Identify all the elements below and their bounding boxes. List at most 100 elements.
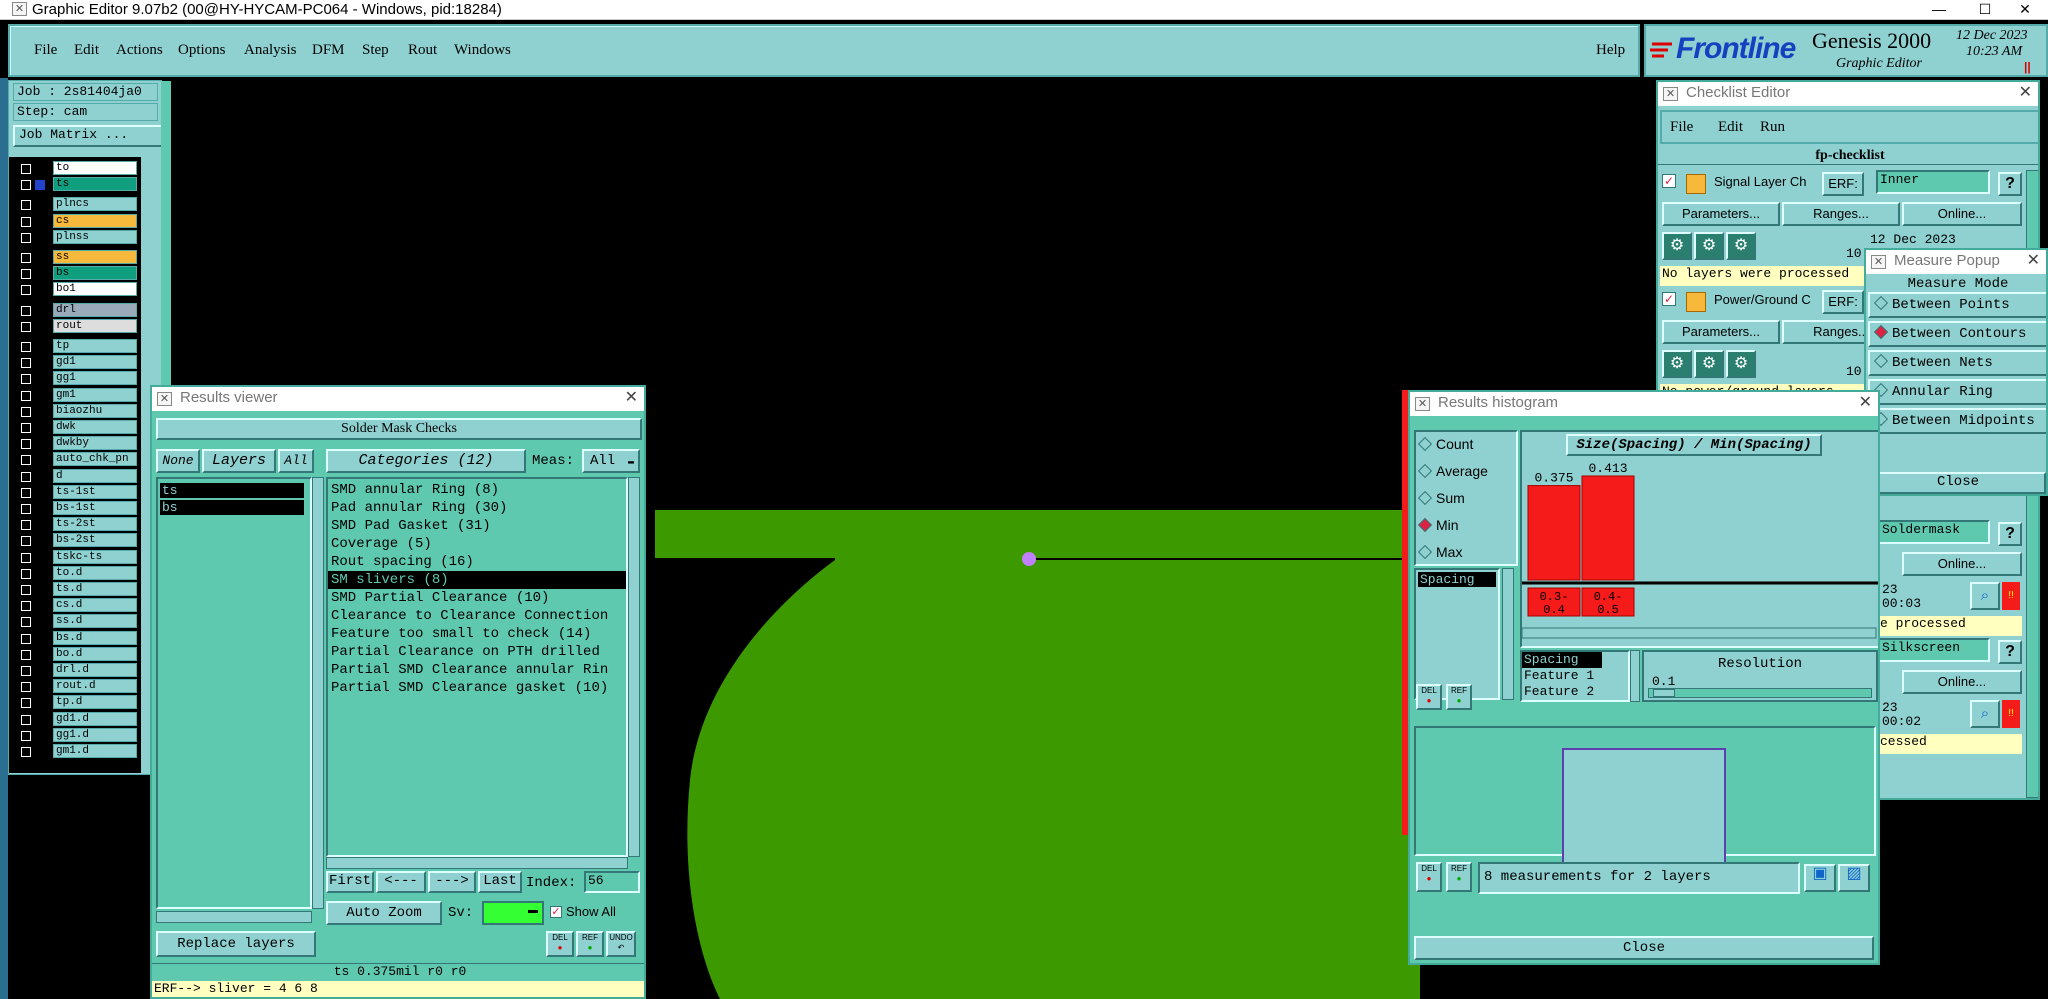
prev-button[interactable]: <--- — [376, 871, 426, 893]
resolution-slider[interactable] — [1648, 688, 1872, 698]
zoom-icon[interactable]: ⌕ — [1970, 700, 2000, 728]
erf-value[interactable]: Soldermask — [1878, 520, 1990, 544]
meas-select[interactable]: All ▬ — [582, 449, 640, 473]
param-item[interactable]: Spacing — [1522, 652, 1602, 668]
stat-option[interactable]: Count — [1417, 436, 1474, 452]
histogram-close-button[interactable]: Close — [1414, 936, 1874, 960]
stat-option[interactable]: Average — [1417, 463, 1488, 479]
slider-thumb[interactable] — [1653, 689, 1675, 697]
close-icon[interactable]: ✕ — [2027, 250, 2040, 272]
run-action-icon[interactable]: ⚙ — [1694, 232, 1724, 260]
help-icon[interactable]: ? — [1998, 522, 2022, 546]
replace-layers-select[interactable]: Replace layers — [156, 931, 316, 957]
layer-result-item[interactable]: ts — [160, 483, 304, 498]
measure-option[interactable]: Annular Ring — [1868, 379, 2046, 405]
run-action-icon[interactable]: ⚙ — [1726, 232, 1756, 260]
list-item-spacing[interactable]: Spacing — [1418, 572, 1496, 587]
category-item[interactable]: Partial Clearance on PTH drilled — [328, 643, 626, 661]
show-all-checkbox[interactable]: ✓ — [550, 906, 562, 918]
help-icon[interactable]: ? — [1998, 640, 2022, 664]
checklist-menu-run[interactable]: Run — [1760, 119, 1785, 136]
del-dot-icon: ● — [557, 943, 563, 952]
histogram-item-list[interactable]: Spacing — [1414, 568, 1500, 700]
layer-list-hscrollbar[interactable] — [156, 911, 312, 923]
param-list-scrollbar[interactable] — [1630, 650, 1640, 702]
del-button[interactable]: DEL ● — [546, 931, 574, 957]
measure-option[interactable]: Between Points — [1868, 292, 2046, 318]
layer-list-scrollbar[interactable] — [312, 477, 324, 909]
histogram-bar[interactable] — [1527, 485, 1581, 581]
action-checkbox[interactable]: ✓ — [1662, 292, 1676, 306]
ranges-button[interactable]: Ranges... — [1782, 202, 1900, 226]
erf-value[interactable]: Silkscreen — [1878, 638, 1990, 662]
param-item[interactable]: Feature 2 — [1522, 684, 1628, 700]
index-input[interactable]: 56 — [584, 871, 640, 893]
categories-list[interactable]: SMD annular Ring (8) Pad annular Ring (30… — [326, 477, 628, 857]
next-button[interactable]: ---> — [428, 871, 476, 893]
category-item[interactable]: SM slivers (8) — [328, 571, 626, 589]
layers-all-button[interactable]: All — [278, 449, 314, 473]
stat-option[interactable]: Max — [1417, 544, 1462, 560]
zoom-select-icon[interactable]: ▨ — [1838, 864, 1870, 892]
close-icon[interactable]: ✕ — [625, 387, 638, 409]
category-item[interactable]: Coverage (5) — [328, 535, 626, 553]
last-button[interactable]: Last — [478, 871, 522, 893]
run-action-icon[interactable]: ⚙ — [1662, 350, 1692, 378]
category-item[interactable]: Pad annular Ring (30) — [328, 499, 626, 517]
help-icon[interactable]: ? — [1998, 172, 2022, 196]
first-button[interactable]: First — [326, 871, 374, 893]
categories-hscrollbar[interactable] — [326, 857, 628, 869]
checklist-menu-file[interactable]: File — [1670, 119, 1693, 136]
category-item[interactable]: SMD Partial Clearance (10) — [328, 589, 626, 607]
close-icon[interactable]: ✕ — [2019, 82, 2032, 104]
layers-tab[interactable]: Layers — [202, 449, 276, 473]
auto-zoom-select[interactable]: Auto Zoom — [326, 901, 442, 925]
stat-option[interactable]: Sum — [1417, 490, 1465, 506]
histogram-bar[interactable] — [1581, 475, 1635, 581]
action-checkbox[interactable]: ✓ — [1662, 174, 1676, 188]
layers-none-button[interactable]: None — [156, 449, 200, 473]
parameters-button[interactable]: Parameters... — [1662, 202, 1780, 226]
layer-results-list[interactable]: ts bs — [156, 477, 312, 909]
online-button[interactable]: Online... — [1902, 202, 2022, 226]
measure-option[interactable]: Between Nets — [1868, 350, 2046, 376]
zoom-icon[interactable]: ⌕ — [1970, 582, 2000, 610]
undo-button[interactable]: UNDO ↶ — [606, 931, 636, 957]
measure-close-button[interactable]: Close — [1870, 472, 2046, 494]
online-button[interactable]: Online... — [1902, 670, 2022, 694]
ref-button[interactable]: REF ● — [576, 931, 604, 957]
measure-option[interactable]: Between Midpoints — [1868, 408, 2046, 434]
category-item[interactable]: Partial SMD Clearance annular Rin — [328, 661, 626, 679]
measure-option[interactable]: Between Contours — [1868, 321, 2046, 347]
cursor-point-icon[interactable] — [1022, 552, 1036, 566]
categories-scrollbar[interactable] — [628, 477, 640, 857]
preview-ref-button[interactable]: REF ● — [1446, 862, 1472, 892]
sv-color-select[interactable]: ▬ — [482, 901, 544, 925]
checklist-menu-edit[interactable]: Edit — [1718, 119, 1743, 136]
online-button[interactable]: Online... — [1902, 552, 2022, 576]
param-item[interactable]: Feature 1 — [1522, 668, 1628, 684]
stat-option-label: Count — [1436, 436, 1474, 452]
category-item[interactable]: Partial SMD Clearance gasket (10) — [328, 679, 626, 697]
categories-tab[interactable]: Categories (12) — [326, 449, 526, 473]
category-item[interactable]: Feature too small to check (14) — [328, 625, 626, 643]
category-item[interactable]: SMD annular Ring (8) — [328, 481, 626, 499]
parameters-button[interactable]: Parameters... — [1662, 320, 1780, 344]
param-list[interactable]: Spacing Feature 1 Feature 2 — [1520, 650, 1630, 702]
zoom-fit-icon[interactable]: ▣ — [1804, 864, 1836, 892]
category-item[interactable]: Clearance to Clearance Connection — [328, 607, 626, 625]
item-list-scrollbar[interactable] — [1502, 568, 1514, 700]
run-action-icon[interactable]: ⚙ — [1726, 350, 1756, 378]
category-item[interactable]: Rout spacing (16) — [328, 553, 626, 571]
run-action-icon[interactable]: ⚙ — [1662, 232, 1692, 260]
stat-option[interactable]: Min — [1417, 517, 1459, 533]
preview-del-button[interactable]: DEL ● — [1416, 862, 1442, 892]
category-item[interactable]: SMD Pad Gasket (31) — [328, 517, 626, 535]
histogram-hscrollbar[interactable] — [1522, 627, 1877, 639]
histogram-ref-button[interactable]: REF ● — [1446, 684, 1472, 710]
close-icon[interactable]: ✕ — [1859, 392, 1872, 414]
erf-value[interactable]: Inner — [1876, 170, 1990, 194]
run-action-icon[interactable]: ⚙ — [1694, 350, 1724, 378]
layer-result-item[interactable]: bs — [160, 500, 304, 515]
histogram-del-button[interactable]: DEL ● — [1416, 684, 1442, 710]
